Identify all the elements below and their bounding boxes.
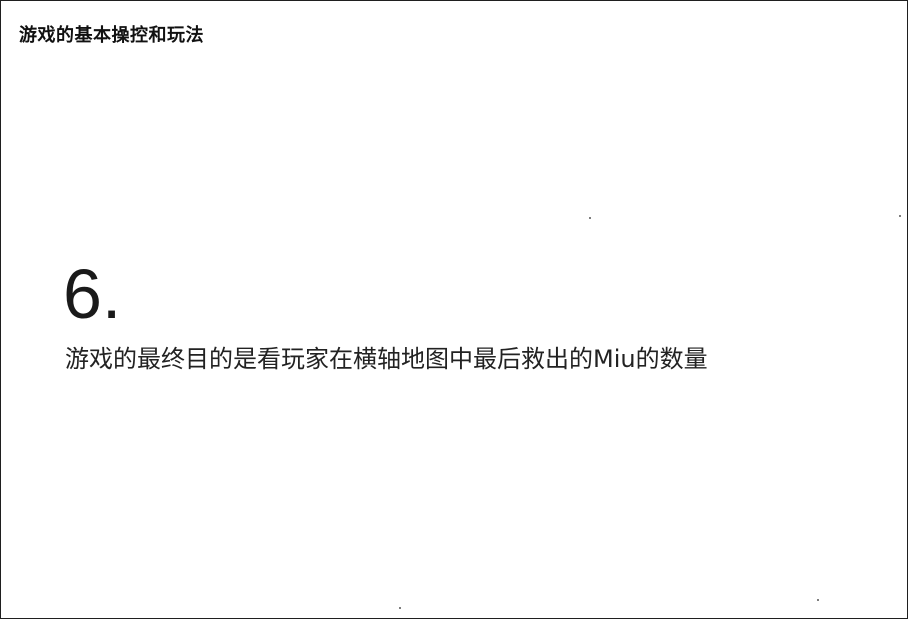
scan-speck — [817, 599, 819, 601]
scan-speck — [589, 217, 591, 219]
step-number: 6. — [63, 255, 122, 333]
section-title: 游戏的基本操控和玩法 — [19, 25, 204, 46]
scan-speck — [399, 607, 401, 609]
scan-speck — [899, 215, 901, 217]
step-description: 游戏的最终目的是看玩家在横轴地图中最后救出的Miu的数量 — [65, 345, 708, 373]
slide-page: 游戏的基本操控和玩法 6. 游戏的最终目的是看玩家在横轴地图中最后救出的Miu的… — [0, 0, 908, 619]
